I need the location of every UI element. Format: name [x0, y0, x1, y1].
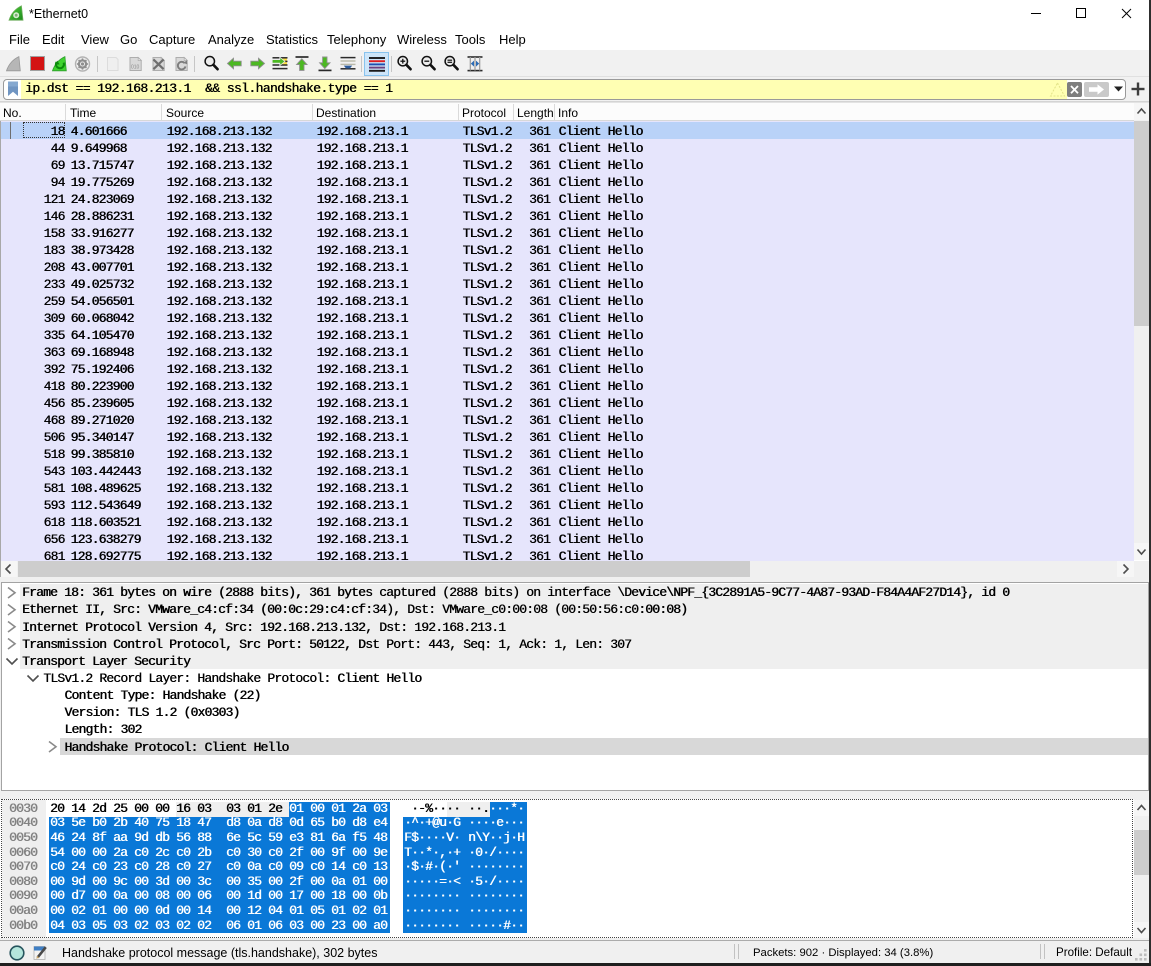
svg-text:010: 010	[131, 65, 140, 71]
